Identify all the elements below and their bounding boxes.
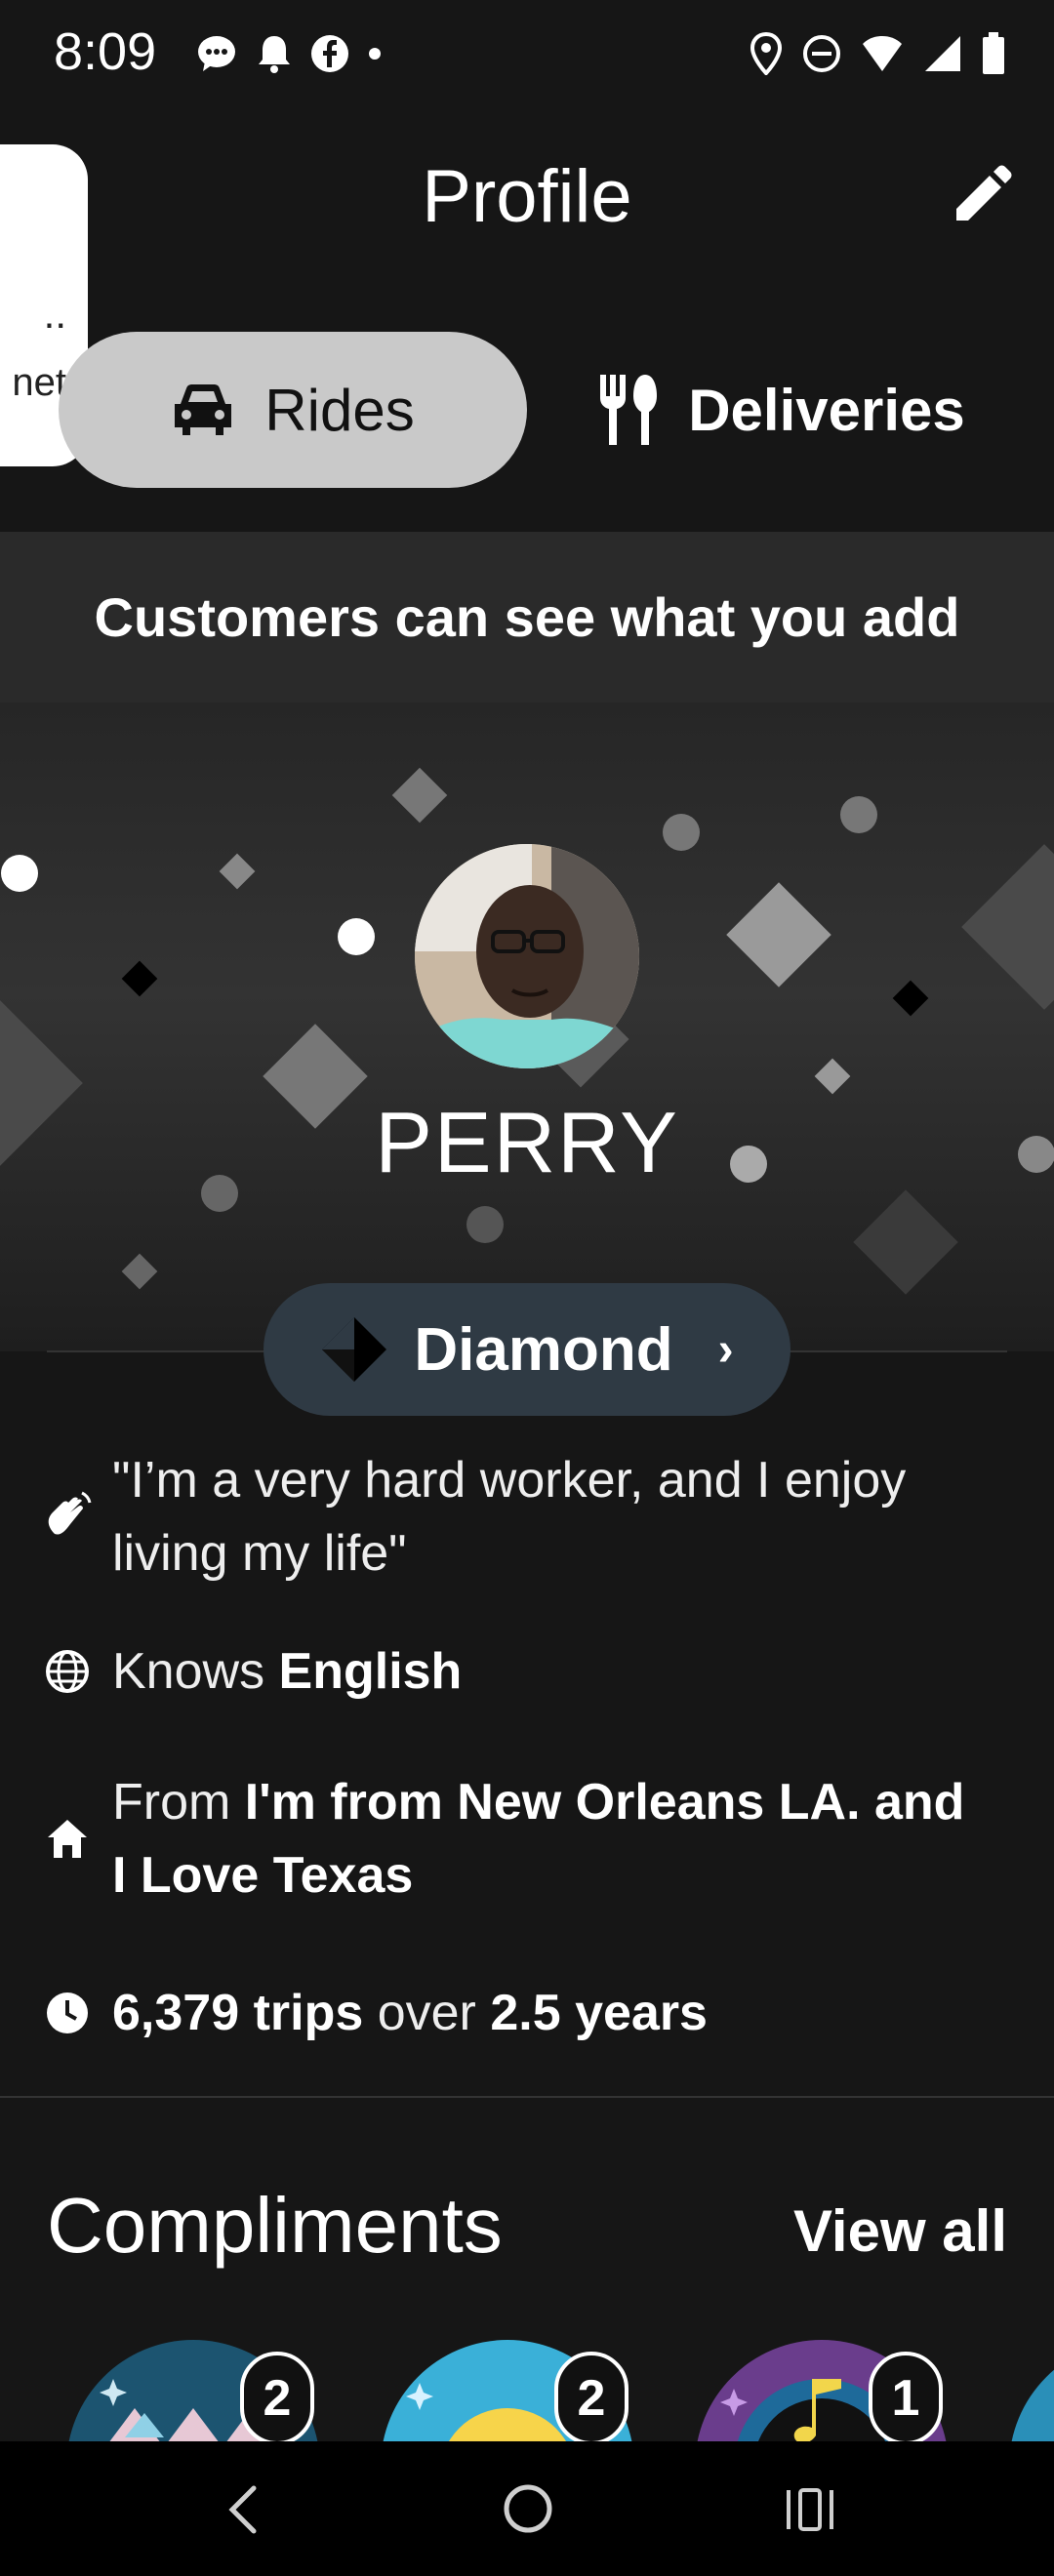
fact-languages-text: Knows English [112,1635,991,1709]
section-divider [0,2096,1054,2098]
home-nav-icon[interactable] [498,2478,558,2539]
compliment-count: 1 [869,2352,943,2441]
compliment-count: 2 [240,2352,314,2441]
tab-deliveries-label: Deliveries [688,377,965,443]
fact-hometown-text: From I'm from New Orleans LA. and I Love… [112,1766,991,1912]
trips-value: 6,379 trips [112,1985,364,2041]
home-icon [48,1820,87,1858]
chevron-right-icon: › [717,1323,734,1376]
header: Profile [0,107,1054,283]
profile-hero: PERRY [0,703,1054,1351]
page-title: Profile [422,155,632,238]
profile-tabs: Rides Deliveries [0,322,1054,493]
clock-icon [47,1992,88,2033]
dot-icon [369,48,381,60]
compliment-badge-4[interactable] [1009,2340,1054,2441]
visibility-banner: Customers can see what you add [0,532,1054,703]
messages-icon [198,36,235,71]
signal-icon [925,36,960,71]
status-time: 8:09 [54,22,157,81]
wifi-icon [863,36,902,71]
car-icon [175,384,232,435]
compliment-count: 2 [554,2352,628,2441]
compliment-badge-1[interactable]: 2 [66,2340,320,2441]
view-all-button[interactable]: View all [793,2197,1007,2265]
status-bar: 8:09 [0,0,1054,107]
compliment-badge-3[interactable]: 1 [695,2340,949,2441]
fact-trips-text: 6,379 trips over 2.5 years [112,1977,991,2050]
do-not-disturb-icon [803,35,840,72]
from-value: I'm from New Orleans LA. and I Love Texa… [112,1774,965,1904]
back-icon[interactable] [215,2480,273,2539]
driver-name: PERRY [375,1094,679,1190]
battery-icon [983,32,1004,74]
fork-knife-icon [600,375,658,445]
bell-icon [259,36,290,73]
from-prefix: From [112,1774,231,1831]
visibility-banner-text: Customers can see what you add [94,586,960,648]
compliments-row: 2 2 1 [0,2332,1054,2441]
compliments-title: Compliments [47,2182,503,2269]
system-icons [750,29,1005,78]
avatar[interactable] [415,844,639,1068]
years-value: 2.5 years [490,1985,708,2041]
tier-badge-button[interactable]: Diamond › [264,1283,790,1416]
pencil-icon[interactable] [947,162,1015,230]
facebook-icon [311,35,348,72]
notification-icons [195,29,383,78]
knows-prefix: Knows [112,1643,265,1700]
globe-icon [46,1650,89,1693]
tab-rides-label: Rides [264,377,415,443]
trips-mid: over [377,1985,476,2041]
tier-label: Diamond [414,1315,673,1384]
tab-deliveries[interactable]: Deliveries [576,332,986,488]
knows-value: English [278,1643,463,1700]
fact-quote-text: "I’m a very hard worker, and I enjoy liv… [112,1452,907,1582]
waving-hand-icon [48,1491,92,1535]
location-icon [750,32,783,75]
diamond-icon [322,1317,387,1382]
recent-apps-icon[interactable] [781,2480,839,2539]
driver-photo [415,844,639,1068]
tab-rides[interactable]: Rides [59,332,527,488]
compliment-badge-2[interactable]: 2 [381,2340,634,2441]
system-nav-bar [0,2441,1054,2576]
